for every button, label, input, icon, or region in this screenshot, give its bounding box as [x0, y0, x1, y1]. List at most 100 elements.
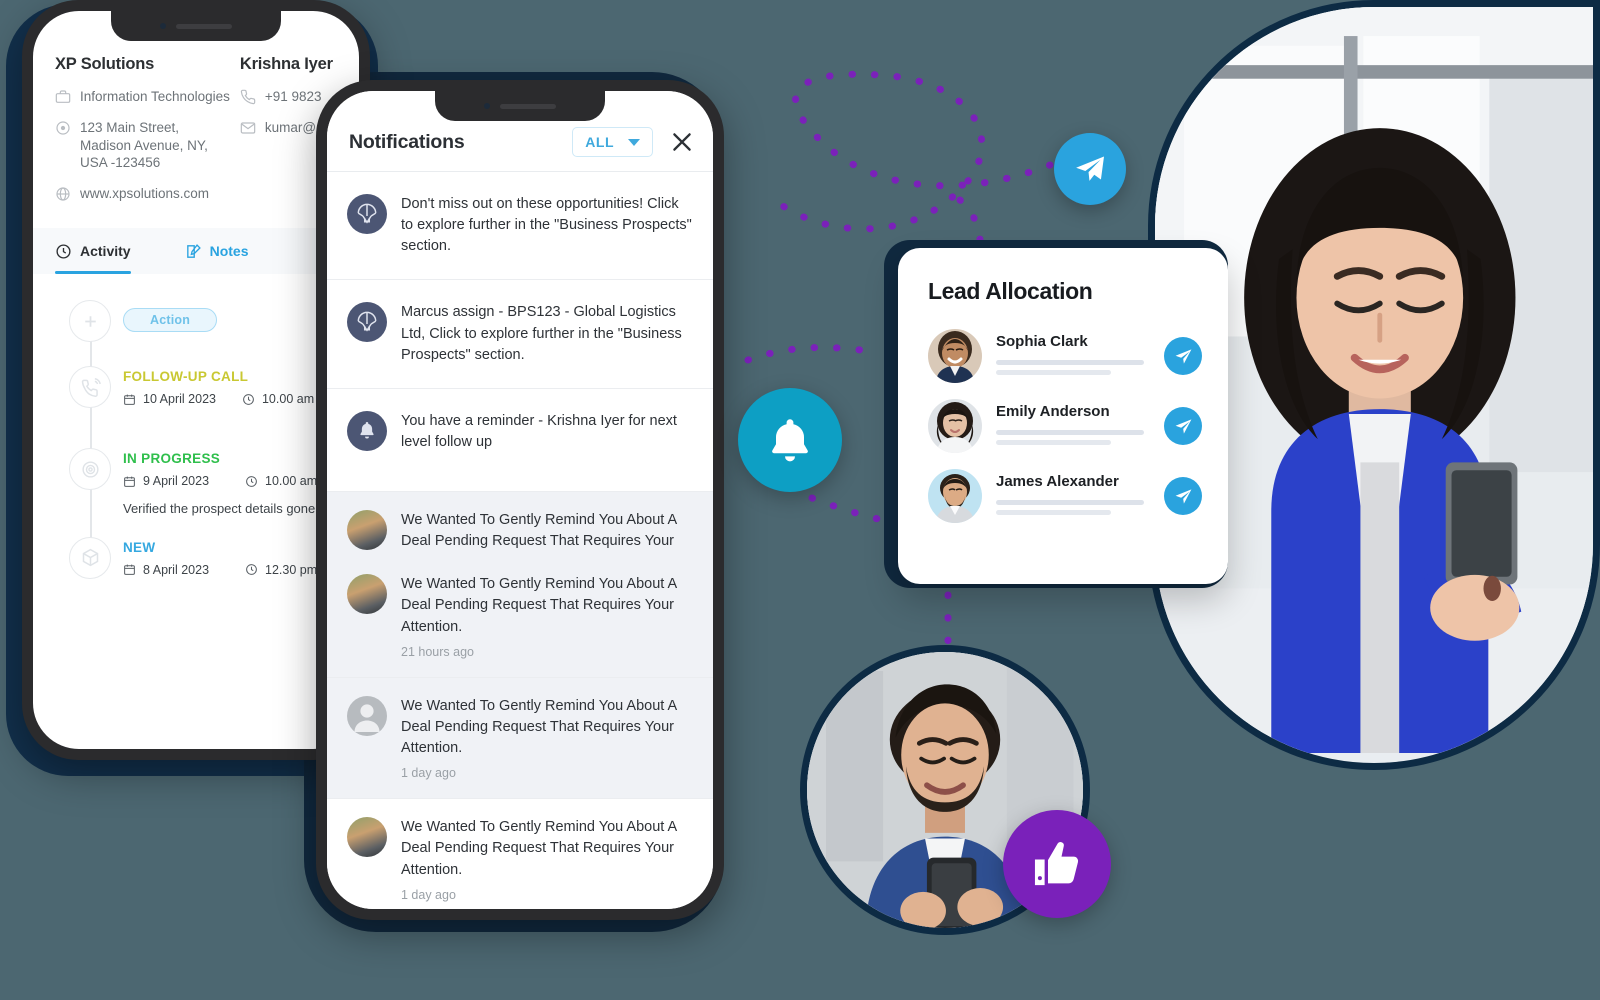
phone1-notch: [111, 11, 281, 41]
telegram-send-badge[interactable]: [1054, 133, 1126, 205]
lead-name: Sophia Clark: [996, 332, 1088, 350]
notification-timestamp: 21 hours ago: [401, 644, 474, 659]
timeline-item-inprogress: IN PROGRESS 9 April 2023 10.00 am Verifi…: [55, 448, 359, 519]
lead-row[interactable]: Emily Anderson: [928, 399, 1202, 453]
timeline-item-new: NEW 8 April 2023 12.30 pm: [55, 536, 337, 579]
lead-allocation-card: Lead Allocation Sophia Clark Emily Ander…: [898, 248, 1228, 584]
company-industry: Information Technologies: [80, 89, 230, 104]
company-industry-row: Information Technologies: [55, 88, 230, 106]
earpiece-speaker: [500, 103, 556, 109]
avatar-sophia-clark: [928, 329, 982, 383]
send-icon[interactable]: [1164, 477, 1202, 515]
list-item[interactable]: We Wanted To Gently Remind You About A D…: [327, 677, 713, 800]
notification-text: We Wanted To Gently Remind You About A D…: [401, 819, 677, 878]
timeline-inprogress-content: IN PROGRESS 9 April 2023 10.00 am Verifi…: [123, 448, 359, 519]
notification-body: We Wanted To Gently Remind You About A D…: [401, 696, 693, 780]
timeline-time-new-wrap: 12.30 pm: [245, 563, 317, 577]
close-icon[interactable]: [669, 129, 695, 155]
lead-name: James Alexander: [996, 472, 1119, 490]
action-chip[interactable]: Action: [123, 308, 218, 333]
list-item[interactable]: You have a reminder - Krishna Iyer for n…: [327, 388, 713, 493]
user-placeholder-icon: [347, 695, 387, 736]
person-phone-row: +91 9823: [240, 88, 337, 106]
tab-activity[interactable]: Activity: [55, 228, 131, 275]
progress-icon: [69, 448, 111, 491]
list-item[interactable]: We Wanted To Gently Remind You About A D…: [327, 492, 713, 557]
lead-placeholder-bar: [996, 439, 1112, 445]
lead-info: Emily Anderson: [996, 403, 1150, 450]
note-edit-icon: [185, 243, 202, 260]
front-camera-icon: [160, 23, 166, 29]
lead-row[interactable]: James Alexander: [928, 469, 1202, 523]
lead-info: James Alexander: [996, 473, 1150, 520]
notifications-list[interactable]: Don't miss out on these opportunities! C…: [327, 172, 713, 909]
timeline-note-inprogress: Verified the prospect details gone throu…: [123, 500, 359, 519]
timeline-date-new-wrap: 8 April 2023: [123, 563, 209, 577]
timeline-time-followup-wrap: 10.00 am: [242, 392, 314, 406]
thumbs-up-icon: [1034, 842, 1079, 886]
timeline-date-inprogress: 9 April 2023: [143, 474, 210, 489]
contact-detail-screen: XP Solutions Information Technologies 12…: [33, 11, 359, 749]
dotted-path-top: [771, 70, 1054, 233]
notification-body: We Wanted To Gently Remind You About A D…: [401, 510, 693, 556]
timeline-followup-content: FOLLOW-UP CALL 10 April 2023 10.00 am: [123, 366, 337, 408]
box-icon: [69, 536, 111, 579]
office-photo-avatar: [347, 574, 387, 615]
notifications-filter-dropdown[interactable]: ALL: [572, 127, 653, 157]
notification-body: We Wanted To Gently Remind You About A D…: [401, 574, 693, 658]
phone-ring-icon: [69, 366, 111, 409]
parachute-icon: [347, 194, 387, 234]
company-website[interactable]: www.xpsolutions.com: [80, 185, 209, 203]
notification-timestamp: 1 day ago: [401, 766, 456, 781]
timeline-time-followup: 10.00 am: [261, 392, 315, 407]
notification-text: We Wanted To Gently Remind You About A D…: [401, 576, 677, 635]
notification-body: Marcus assign - BPS123 - Global Logistic…: [401, 302, 693, 365]
send-icon[interactable]: [1164, 407, 1202, 445]
timeline-time-inprogress-wrap: 10.00 am: [245, 474, 317, 488]
phone-icon: [240, 89, 256, 105]
plus-icon[interactable]: [69, 300, 111, 343]
lead-placeholder-bar: [996, 509, 1112, 515]
location-pin-icon: [55, 120, 71, 136]
notification-body: Don't miss out on these opportunities! C…: [401, 194, 693, 257]
dotted-path-bell-up: [744, 343, 879, 364]
lead-placeholder-bar: [996, 499, 1144, 505]
timeline-date-followup-wrap: 10 April 2023: [123, 392, 216, 406]
notification-body: We Wanted To Gently Remind You About A D…: [401, 817, 693, 901]
notification-text: You have a reminder - Krishna Iyer for n…: [401, 412, 677, 451]
lead-row[interactable]: Sophia Clark: [928, 329, 1202, 383]
send-icon[interactable]: [1164, 337, 1202, 375]
notification-bell-badge[interactable]: [738, 388, 842, 492]
tab-notes-label: Notes: [209, 243, 249, 260]
avatar: [928, 469, 982, 523]
composition-stage: XP Solutions Information Technologies 12…: [0, 0, 1600, 1000]
timeline-date-new: 8 April 2023: [143, 562, 210, 577]
office-photo-avatar: [347, 817, 387, 858]
timeline-status-new: NEW: [123, 539, 156, 555]
phone2-notch: [435, 91, 605, 121]
notifications-phone: Notifications ALL Don't miss out on thes…: [316, 80, 724, 920]
company-address-row: 123 Main Street, Madison Avenue, NY, USA…: [55, 119, 230, 172]
timeline-item-followup: FOLLOW-UP CALL 10 April 2023 10.00 am: [55, 366, 337, 409]
timeline-date-inprogress-wrap: 9 April 2023: [123, 474, 209, 488]
notification-text: We Wanted To Gently Remind You About A D…: [401, 697, 677, 757]
avatar-emily-anderson: [928, 399, 982, 453]
contact-detail-body: XP Solutions Information Technologies 12…: [33, 11, 359, 579]
company-name: XP Solutions: [55, 55, 155, 73]
send-icon: [1076, 156, 1104, 181]
lead-placeholder-bar: [996, 359, 1144, 365]
lead-placeholder-bar: [996, 369, 1112, 375]
timeline-add-row: Action: [55, 300, 337, 343]
mail-icon: [240, 120, 256, 136]
earpiece-speaker: [176, 23, 232, 29]
notifications-filter-label: ALL: [585, 134, 614, 150]
list-item[interactable]: We Wanted To Gently Remind You About A D…: [327, 799, 713, 909]
notifications-title: Notifications: [349, 130, 465, 153]
thumbs-up-badge[interactable]: [1003, 810, 1111, 918]
timeline-inprogress-meta: 9 April 2023 10.00 am: [123, 474, 337, 488]
tab-notes[interactable]: Notes: [185, 228, 249, 274]
list-item[interactable]: We Wanted To Gently Remind You About A D…: [327, 556, 713, 678]
globe-icon: [55, 186, 71, 202]
list-item[interactable]: Don't miss out on these opportunities! C…: [327, 172, 713, 281]
list-item[interactable]: Marcus assign - BPS123 - Global Logistic…: [327, 280, 713, 389]
